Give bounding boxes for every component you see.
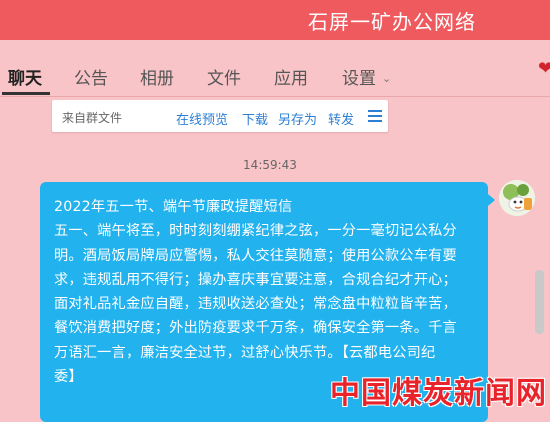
avatar-image <box>499 180 535 216</box>
active-tab-indicator <box>2 92 50 95</box>
file-source-label: 来自群文件 <box>62 111 123 125</box>
message-line: 餐饮消费把好度；外出防疫要求千万条，确保安全第一条。千言 <box>54 320 457 337</box>
download-link[interactable]: 下载 <box>242 109 268 128</box>
save-as-link[interactable]: 另存为 <box>278 109 317 128</box>
chat-scrollbar[interactable] <box>535 270 544 334</box>
tab-apps[interactable]: 应用 <box>274 64 308 89</box>
forward-link[interactable]: 转发 <box>328 109 354 128</box>
tab-settings-label: 设置 <box>342 69 376 89</box>
message-line: 五一、端午将至，时时刻刻绷紧纪律之弦，一分一毫切记公私分 <box>54 223 457 240</box>
tab-announcement[interactable]: 公告 <box>74 64 108 89</box>
message-line: 万语汇一言，廉洁安全过节，过舒心快乐节。【云都电公司纪 <box>54 344 436 361</box>
menu-icon[interactable] <box>368 110 382 122</box>
preview-online-link[interactable]: 在线预览 <box>176 109 228 128</box>
window-title: 石屏一矿办公网络 <box>308 10 476 34</box>
tab-divider <box>0 96 550 97</box>
message-line: 2022年五一节、端午节廉政提醒短信 <box>54 199 293 215</box>
message-line: 求，违规乱用不得行；操办喜庆事宜要注意，合规合纪才开心； <box>54 271 457 288</box>
message-timestamp: 14:59:43 <box>243 158 297 172</box>
tab-chat[interactable]: 聊天 <box>8 64 42 89</box>
chevron-down-icon: ⌄ <box>382 72 392 85</box>
red-partial-icon: ❤ <box>538 58 550 79</box>
avatar[interactable] <box>499 180 535 216</box>
tab-files[interactable]: 文件 <box>207 64 241 89</box>
watermark: 中国煤炭新闻网 <box>330 376 547 411</box>
tab-settings[interactable]: 设置 ⌄ <box>342 64 391 89</box>
message-line: 明。酒局饭局牌局应警惕，私人交往莫随意；使用公款公车有要 <box>54 247 457 264</box>
tab-album[interactable]: 相册 <box>140 64 174 89</box>
message-text: 2022年五一节、端午节廉政提醒短信 五一、端午将至，时时刻刻绷紧纪律之弦，一分… <box>54 195 482 389</box>
file-source-bar: 来自群文件 在线预览 下载 另存为 转发 <box>52 100 388 132</box>
message-line: 面对礼品礼金应自醒，违规收送必查处；常念盘中粒粒皆辛苦， <box>54 296 457 313</box>
tab-bar: 聊天 公告 相册 文件 应用 设置 ⌄ <box>0 40 550 96</box>
bubble-tail <box>488 194 495 206</box>
title-bar: 石屏一矿办公网络 <box>0 0 550 40</box>
